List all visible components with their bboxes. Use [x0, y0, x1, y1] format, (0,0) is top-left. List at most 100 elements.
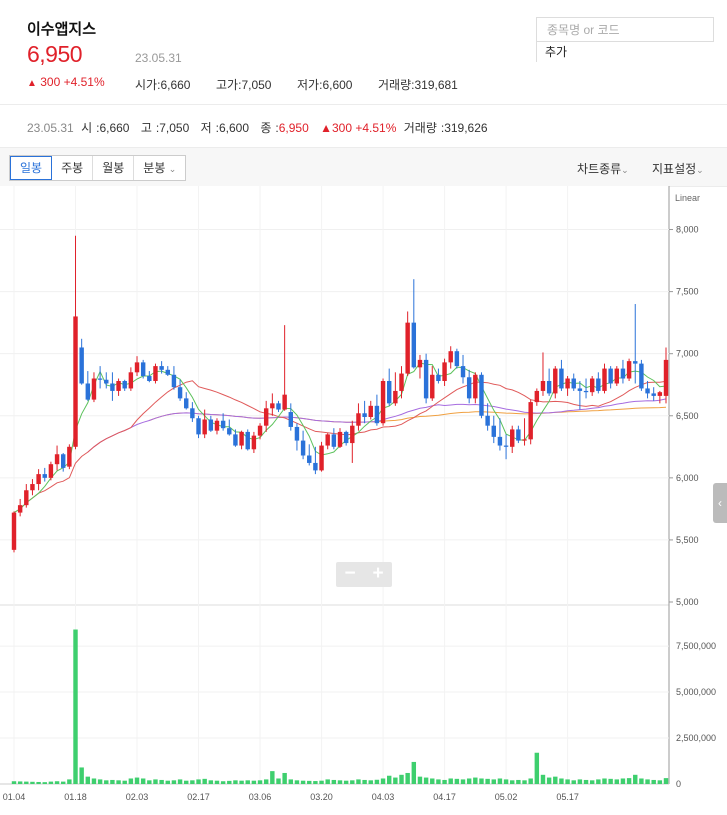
volume-bar: [134, 777, 140, 784]
tab-weekly[interactable]: 주봉: [52, 156, 94, 180]
volume-bar: [307, 780, 312, 784]
candle: [380, 380, 386, 424]
indicator-dropdown[interactable]: 지표설정⌄: [652, 160, 704, 177]
candle: [528, 402, 533, 440]
summary-low: 저:6,600: [200, 121, 250, 135]
up-arrow-icon: ▲: [27, 78, 37, 89]
volume-bar: [300, 780, 306, 784]
x-tick-label: 03.06: [249, 792, 272, 802]
side-panel-handle[interactable]: ‹: [713, 483, 727, 523]
summary-low-label: 저: [200, 121, 212, 135]
volume-bar: [73, 629, 78, 784]
candle: [423, 359, 429, 399]
candle: [374, 405, 380, 424]
volume-bar: [319, 780, 324, 784]
x-tick-label: 05.17: [556, 792, 579, 802]
candle: [399, 373, 404, 391]
volume-bar: [448, 778, 453, 784]
candle: [17, 505, 23, 513]
x-tick-label: 03.20: [310, 792, 333, 802]
candle: [503, 445, 509, 447]
candle: [294, 426, 300, 441]
price-tick-label: 7,500: [676, 287, 699, 297]
volume-bar: [128, 778, 134, 784]
candle: [356, 413, 361, 426]
volume-bar: [436, 779, 441, 784]
candle: [270, 403, 275, 409]
stock-chart[interactable]: Linear 5,000 5,500 6,000 6,500 7,000 7,500 8,00…: [0, 186, 727, 815]
period-tabs: 일봉 주봉 월봉 분봉 ⌄: [9, 155, 187, 181]
candle: [386, 380, 392, 404]
candle: [159, 366, 164, 370]
tab-monthly[interactable]: 월봉: [93, 156, 135, 180]
summary-date: 23.05.31: [27, 121, 74, 135]
volume-bar: [608, 778, 613, 784]
add-button[interactable]: 추가: [536, 42, 575, 62]
price-tick-label: 6,500: [676, 411, 699, 421]
candle: [639, 363, 644, 389]
summary-volume: 거래량:319,626: [403, 121, 488, 135]
candle: [36, 474, 41, 485]
volume-bar: [343, 780, 349, 784]
volume-bar: [325, 779, 330, 784]
volume-bar: [11, 781, 17, 784]
candle: [177, 387, 183, 399]
volume-bar: [270, 771, 275, 784]
candle: [466, 377, 472, 399]
tab-minute[interactable]: 분봉 ⌄: [134, 156, 185, 180]
volume-bar: [288, 779, 294, 784]
summary-high-value: 7,050: [159, 121, 190, 135]
chart-type-dropdown[interactable]: 차트종류⌄: [577, 160, 629, 177]
candle: [48, 464, 54, 478]
candle: [85, 383, 91, 400]
price-tick-label: 5,500: [676, 535, 699, 545]
low-label: 저가: [297, 78, 320, 92]
volume-tick-label: 5,000,000: [676, 687, 716, 697]
volume-bar: [417, 776, 423, 784]
volume-bar: [122, 780, 127, 784]
candle: [79, 347, 84, 384]
candle: [184, 398, 189, 409]
candle: [282, 394, 287, 410]
volume-bar: [177, 779, 183, 784]
candle: [239, 431, 244, 446]
candle: [577, 388, 583, 391]
candle: [411, 322, 417, 368]
volume-tick-label: 0: [676, 779, 681, 789]
candle: [134, 362, 140, 373]
open-label: 시가: [135, 78, 158, 92]
tab-daily[interactable]: 일봉: [10, 156, 53, 180]
candle: [460, 366, 466, 378]
volume-bar: [614, 779, 620, 784]
volume-bar: [645, 779, 650, 784]
volume-bar: [454, 778, 460, 784]
volume-bar: [251, 780, 257, 784]
volume-bar: [460, 779, 466, 784]
candle: [24, 490, 29, 506]
candle: [436, 374, 441, 381]
volume-bar: [399, 774, 404, 784]
candle: [319, 445, 324, 471]
candle: [307, 455, 312, 463]
volume-bar: [257, 780, 263, 784]
price-change: ▲ 300 +4.51%: [27, 75, 105, 89]
volume-bar: [276, 778, 281, 784]
zoom-in-button[interactable]: +: [364, 562, 392, 587]
zoom-out-button[interactable]: −: [336, 562, 364, 587]
candle: [91, 378, 97, 400]
summary-open-label: 시: [81, 121, 93, 135]
volume-bar: [159, 779, 164, 784]
x-tick-label: 02.03: [126, 792, 149, 802]
candle: [140, 362, 146, 377]
volume-bar: [60, 781, 66, 784]
candle: [343, 431, 349, 444]
price-panel: [0, 186, 669, 605]
volume-bar: [577, 779, 583, 784]
volume-bar: [79, 767, 84, 784]
x-tick-label: 01.18: [64, 792, 87, 802]
volume-bar: [651, 779, 656, 784]
search-input[interactable]: [536, 17, 714, 42]
scale-label: Linear: [675, 193, 700, 203]
volume-bar: [386, 775, 392, 784]
volume-value: 319,681: [414, 78, 458, 92]
